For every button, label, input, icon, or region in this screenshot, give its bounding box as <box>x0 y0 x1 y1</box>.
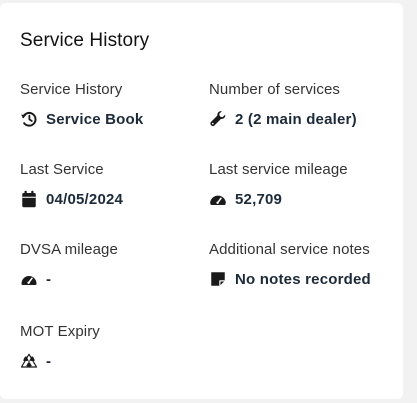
service-history-field: Service History Service Book <box>20 81 210 128</box>
dvsa-mileage-label: DVSA mileage <box>20 241 118 258</box>
additional-service-notes-value: No notes recorded <box>235 270 371 288</box>
number-of-services-value: 2 (2 main dealer) <box>235 110 357 128</box>
mot-expiry-value: - <box>46 352 52 370</box>
card-title: Service History <box>20 30 150 51</box>
last-service-value-row: 04/05/2024 <box>20 190 210 208</box>
mot-expiry-label: MOT Expiry <box>20 323 100 340</box>
additional-service-notes-field: Additional service notes No notes record… <box>209 241 399 288</box>
additional-service-notes-value-row: No notes recorded <box>209 270 399 288</box>
dvsa-mileage-value-row: - <box>20 270 210 288</box>
history-icon <box>20 110 38 128</box>
speedometer-icon <box>209 190 227 208</box>
mot-expiry-value-row: - <box>20 352 210 370</box>
last-service-mileage-label: Last service mileage <box>209 161 348 178</box>
mot-expiry-field: MOT Expiry - <box>20 323 210 370</box>
dvsa-mileage-field: DVSA mileage - <box>20 241 210 288</box>
last-service-value: 04/05/2024 <box>46 190 124 208</box>
number-of-services-label: Number of services <box>209 81 341 98</box>
service-history-card: Service History Service History Service … <box>0 3 403 399</box>
service-history-value-row: Service Book <box>20 110 210 128</box>
calendar-icon <box>20 190 38 208</box>
sticky-note-icon <box>209 270 227 288</box>
last-service-mileage-value: 52,709 <box>235 190 283 208</box>
service-history-value: Service Book <box>46 110 144 128</box>
dvsa-mileage-value: - <box>46 270 52 288</box>
number-of-services-field: Number of services 2 (2 main dealer) <box>209 81 399 128</box>
service-history-label: Service History <box>20 81 123 98</box>
radiation-icon <box>20 352 38 370</box>
last-service-mileage-value-row: 52,709 <box>209 190 399 208</box>
speedometer-icon <box>20 270 38 288</box>
additional-service-notes-label: Additional service notes <box>209 241 370 258</box>
number-of-services-value-row: 2 (2 main dealer) <box>209 110 399 128</box>
last-service-mileage-field: Last service mileage 52,709 <box>209 161 399 208</box>
last-service-field: Last Service 04/05/2024 <box>20 161 210 208</box>
last-service-label: Last Service <box>20 161 104 178</box>
wrench-icon <box>209 110 227 128</box>
